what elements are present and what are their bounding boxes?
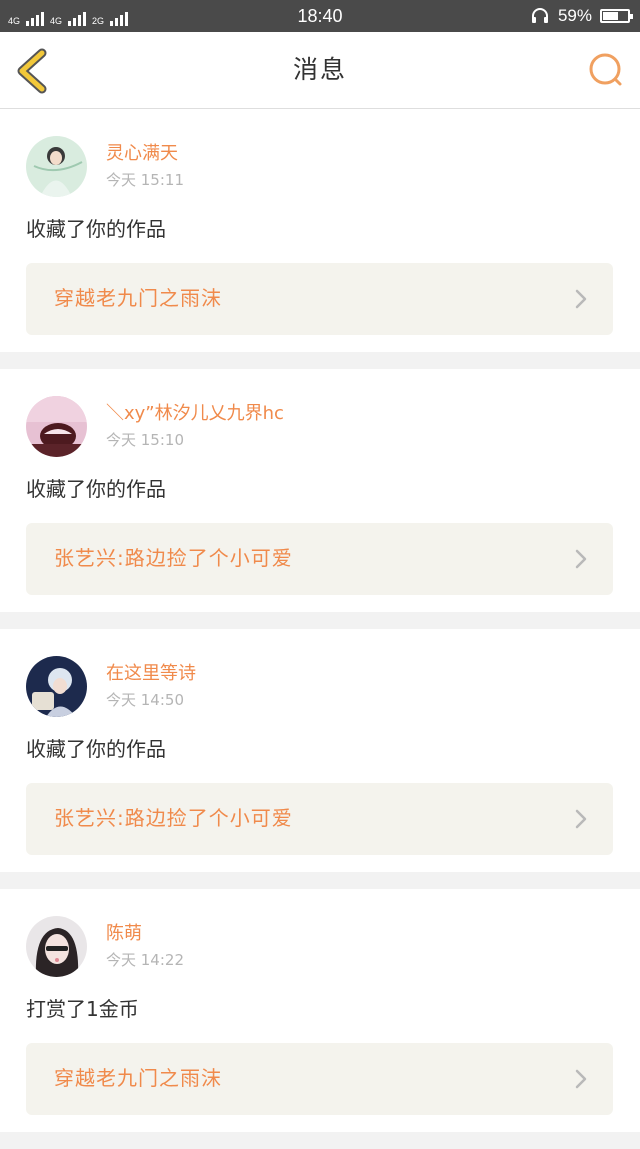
message-list: 灵心满天 今天 15:11 收藏了你的作品 穿越老九门之雨沫 ＼xy”林汐儿乂九… [0,109,640,1149]
message-card: 陈萌 今天 14:22 打赏了1金币 穿越老九门之雨沫 [0,889,640,1132]
work-link[interactable]: 张艺兴:路边捡了个小可爱 [26,523,613,595]
work-title: 穿越老九门之雨沫 [54,1066,222,1090]
chevron-right-icon [575,289,587,309]
timestamp: 今天 15:10 [106,431,184,449]
timestamp: 今天 14:22 [106,951,184,969]
page-title: 消息 [292,55,347,84]
work-link[interactable]: 穿越老九门之雨沫 [26,1043,613,1115]
work-link[interactable]: 穿越老九门之雨沫 [26,263,613,335]
action-text: 打赏了1金币 [26,997,139,1021]
headset-icon [531,8,548,23]
avatar[interactable] [26,136,87,197]
work-title: 穿越老九门之雨沫 [54,286,222,310]
action-text: 收藏了你的作品 [26,477,166,501]
chevron-right-icon [575,809,587,829]
message-card: 灵心满天 今天 15:11 收藏了你的作品 穿越老九门之雨沫 [0,109,640,352]
work-title: 张艺兴:路边捡了个小可爱 [54,806,293,830]
chevron-right-icon [575,549,587,569]
username[interactable]: 陈萌 [106,923,142,945]
work-link[interactable]: 张艺兴:路边捡了个小可爱 [26,783,613,855]
battery-icon [600,9,633,23]
status-bar: 4G 4G 2G 18:40 59% [0,0,640,32]
chevron-right-icon [575,1069,587,1089]
message-card: ＼xy”林汐儿乂九界hc 今天 15:10 收藏了你的作品 张艺兴:路边捡了个小… [0,369,640,612]
timestamp: 今天 14:50 [106,691,184,709]
avatar[interactable] [26,656,87,717]
avatar[interactable] [26,916,87,977]
nav-bar: 消息 [0,32,640,109]
username[interactable]: 在这里等诗 [106,663,196,685]
timestamp: 今天 15:11 [106,171,184,189]
action-text: 收藏了你的作品 [26,217,166,241]
search-icon [589,53,622,86]
message-card: 在这里等诗 今天 14:50 收藏了你的作品 张艺兴:路边捡了个小可爱 [0,629,640,872]
status-right: 59% [530,5,633,27]
search-button[interactable] [586,50,626,90]
username[interactable]: ＼xy”林汐儿乂九界hc [106,403,284,425]
action-text: 收藏了你的作品 [26,737,166,761]
battery-percent: 59% [557,6,592,25]
work-title: 张艺兴:路边捡了个小可爱 [54,546,293,570]
avatar[interactable] [26,396,87,457]
username[interactable]: 灵心满天 [106,143,178,165]
